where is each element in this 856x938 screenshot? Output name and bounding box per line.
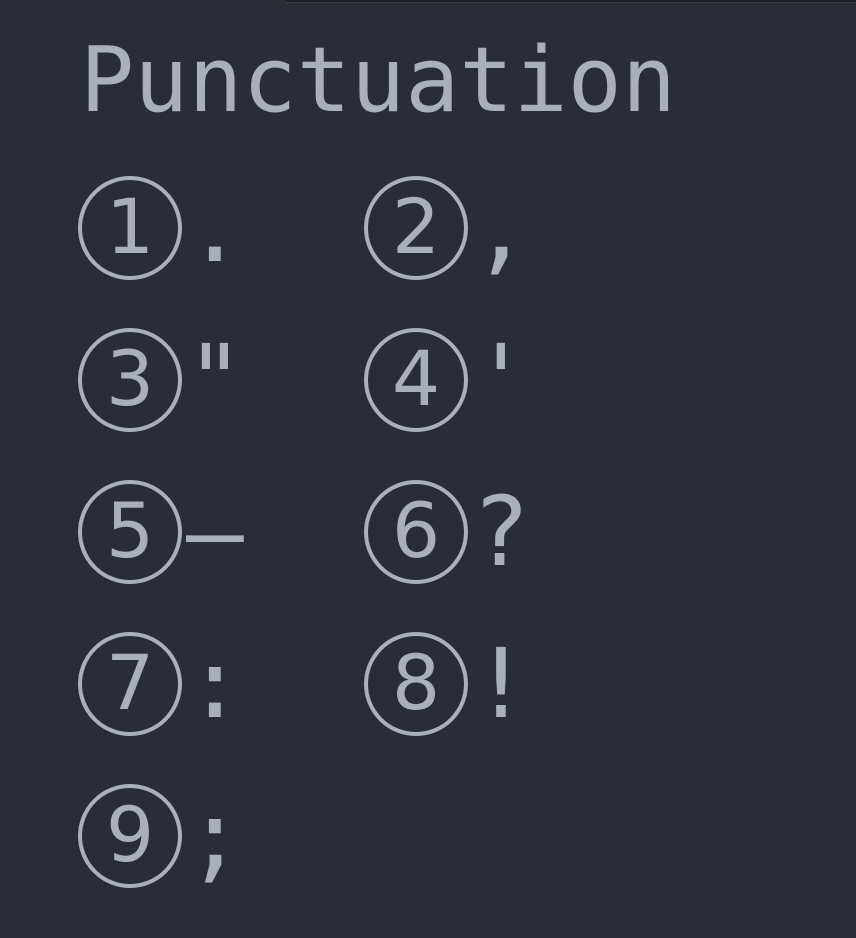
punctuation-mark: " [186, 324, 244, 436]
punctuation-item-7: 7 : [78, 624, 244, 744]
punctuation-item-2: 2 , [364, 168, 530, 288]
punctuation-row-2: 3 " 4 ' [78, 320, 638, 440]
punctuation-row-4: 7 : 8 ! [78, 624, 638, 744]
circled-number-badge: 4 [364, 328, 468, 432]
circled-number-badge: 5 [78, 480, 182, 584]
punctuation-mark: ' [472, 324, 530, 436]
circled-number-badge: 9 [78, 784, 182, 888]
punctuation-row-1: 1 . 2 , [78, 168, 638, 288]
circled-number-badge: 8 [364, 632, 468, 736]
top-edge-strip [286, 0, 856, 3]
punctuation-mark: . [186, 172, 244, 284]
circled-number-badge: 6 [364, 480, 468, 584]
circled-number-badge: 3 [78, 328, 182, 432]
punctuation-item-3: 3 " [78, 320, 244, 440]
punctuation-item-9: 9 ; [78, 776, 244, 896]
punctuation-mark: ! [472, 628, 530, 740]
punctuation-mark: ? [472, 476, 530, 588]
punctuation-item-1: 1 . [78, 168, 244, 288]
punctuation-row-3: 5 – 6 ? [78, 472, 638, 592]
circled-number-badge: 2 [364, 176, 468, 280]
punctuation-screen: Punctuation 1 . 2 , 3 " 4 ' 5 – 6 ? 7: … [0, 0, 856, 938]
punctuation-mark: , [472, 172, 530, 284]
punctuation-item-6: 6 ? [364, 472, 530, 592]
circled-number-badge: 1 [78, 176, 182, 280]
punctuation-item-5: 5 – [78, 472, 244, 592]
punctuation-item-8: 8 ! [364, 624, 530, 744]
punctuation-row-5: 9 ; [78, 776, 638, 896]
punctuation-item-4: 4 ' [364, 320, 530, 440]
circled-number-badge: 7 [78, 632, 182, 736]
punctuation-mark: – [186, 476, 244, 588]
punctuation-mark: ; [186, 780, 244, 892]
page-title: Punctuation [80, 28, 677, 133]
punctuation-mark: : [186, 628, 244, 740]
